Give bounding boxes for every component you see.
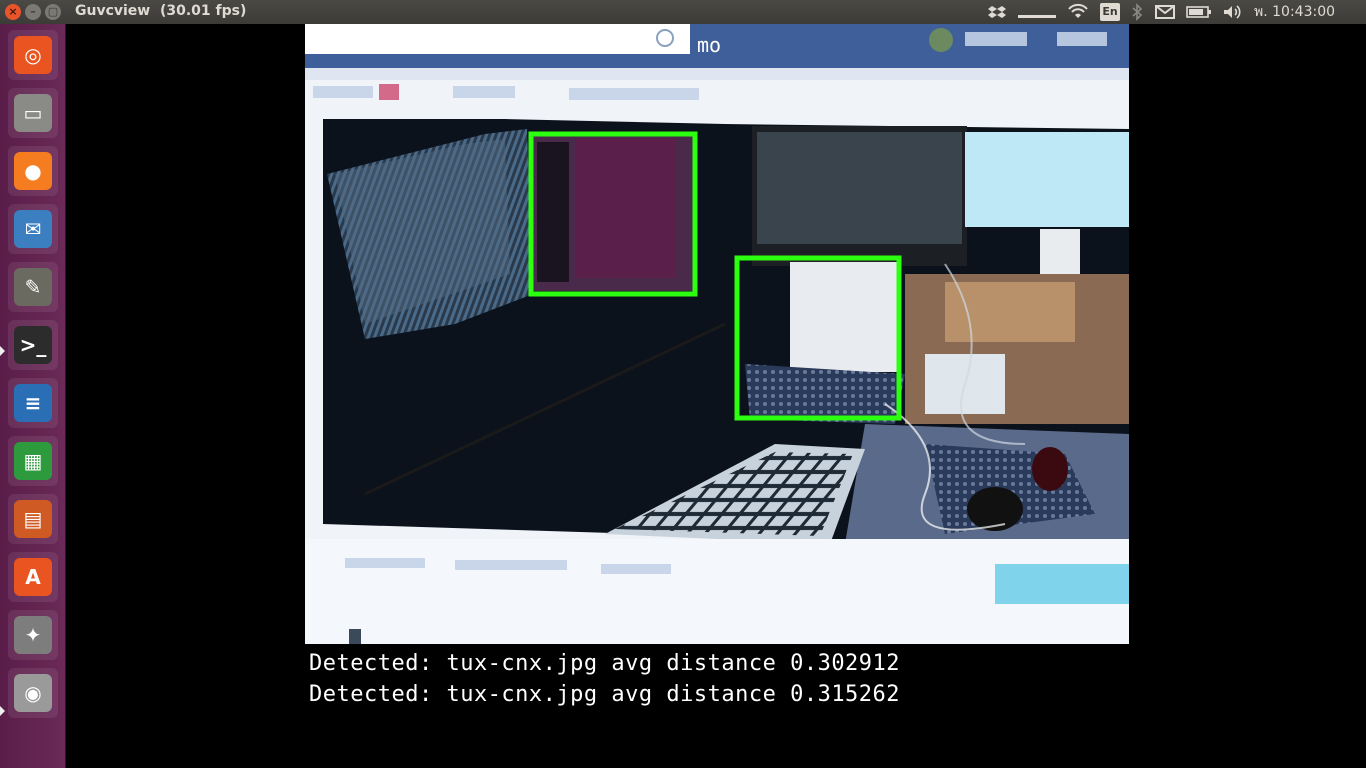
launcher-item-thunderbird[interactable]: ✉ [8,204,58,254]
maximize-window-button[interactable]: ▢ [45,4,61,20]
close-window-button[interactable]: × [5,4,21,20]
settings-icon: ✦ [14,616,52,654]
keyboard-language-indicator[interactable]: En [1100,3,1120,21]
files-icon: ▭ [14,94,52,132]
camera-preview: mo [305,24,1129,644]
minimize-window-button[interactable]: – [25,4,41,20]
calc-icon: ▦ [14,442,52,480]
gimp-icon: ✎ [14,268,52,306]
software-center-icon: A [14,558,52,596]
clock[interactable]: พ. 10:43:00 [1254,3,1335,21]
console-output: Detected: tux-cnx.jpg avg distance 0.302… [309,648,900,710]
volume-icon[interactable] [1222,3,1242,21]
launcher-item-settings[interactable]: ✦ [8,610,58,660]
firefox-icon: ● [14,152,52,190]
launcher-item-impress[interactable]: ▤ [8,494,58,544]
launcher-item-terminal[interactable]: >_ [8,320,58,370]
unity-launcher: ◎ ▭ ● ✉ ✎ >_ ≡ ▦ ▤ A ✦ ◉ [0,24,66,768]
launcher-item-files[interactable]: ▭ [8,88,58,138]
battery-mini-icon[interactable] [1018,3,1056,21]
dropbox-icon[interactable] [988,3,1006,21]
bluetooth-icon[interactable] [1130,3,1144,21]
launcher-item-writer[interactable]: ≡ [8,378,58,428]
launcher-item-calc[interactable]: ▦ [8,436,58,486]
webcam-icon: ◉ [14,674,52,712]
launcher-item-webcam[interactable]: ◉ [8,668,58,718]
mail-icon[interactable] [1154,3,1176,21]
active-indicator [0,706,5,716]
writer-icon: ≡ [14,384,52,422]
thunderbird-icon: ✉ [14,210,52,248]
feed-header-text: mo [697,33,721,57]
top-panel: × – ▢ Guvcview (30.01 fps) En พ. 10:43:0… [0,0,1366,24]
launcher-item-ubuntu-dash[interactable]: ◎ [8,30,58,80]
ubuntu-dash-icon: ◎ [14,36,52,74]
window-title: Guvcview (30.01 fps) [75,3,247,19]
battery-icon[interactable] [1186,3,1212,21]
console-line: Detected: tux-cnx.jpg avg distance 0.302… [309,651,901,676]
launcher-item-software-center[interactable]: A [8,552,58,602]
console-line: Detected: tux-cnx.jpg avg distance 0.315… [309,682,901,707]
launcher-item-firefox[interactable]: ● [8,146,58,196]
terminal-icon: >_ [14,326,52,364]
wifi-icon[interactable] [1068,3,1088,21]
impress-icon: ▤ [14,500,52,538]
active-indicator [0,346,5,356]
launcher-item-gimp[interactable]: ✎ [8,262,58,312]
